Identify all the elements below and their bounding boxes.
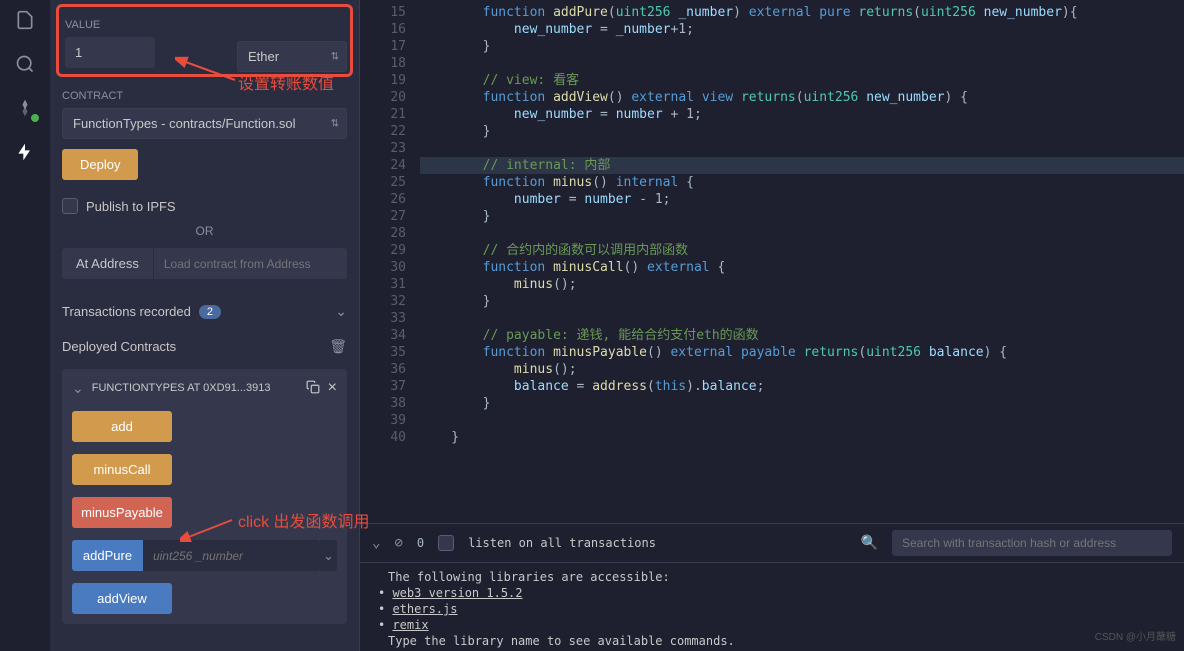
chevron-down-icon[interactable]: ⌄ bbox=[372, 535, 380, 551]
or-separator: OR bbox=[62, 224, 347, 238]
function-button-addView[interactable]: addView bbox=[72, 583, 172, 614]
unit-select[interactable]: Ether bbox=[237, 41, 347, 72]
code-line[interactable]: function minusCall() external { bbox=[420, 259, 1184, 276]
trash-icon[interactable]: 🗑 bbox=[329, 338, 347, 355]
search-icon[interactable]: 🔍 bbox=[861, 535, 878, 551]
file-icon[interactable] bbox=[13, 8, 37, 32]
chevron-down-icon[interactable]: ⌄ bbox=[72, 380, 84, 397]
chevron-down-icon[interactable]: ⌄ bbox=[320, 540, 337, 571]
function-row: add bbox=[72, 411, 337, 442]
transactions-recorded[interactable]: Transactions recorded 2 ⌄ bbox=[62, 293, 347, 330]
line-gutter: 1516171819202122232425262728293031323334… bbox=[360, 0, 420, 523]
code-line[interactable]: } bbox=[420, 38, 1184, 55]
console-line: Type the library name to see available c… bbox=[388, 633, 1156, 649]
function-row: minusCall bbox=[72, 454, 337, 485]
code-line[interactable]: } bbox=[420, 293, 1184, 310]
function-button-add[interactable]: add bbox=[72, 411, 172, 442]
code-editor[interactable]: 1516171819202122232425262728293031323334… bbox=[360, 0, 1184, 523]
contract-address-input[interactable] bbox=[153, 248, 347, 279]
icon-bar bbox=[0, 0, 50, 651]
success-badge bbox=[29, 112, 41, 124]
console-line: web3 version 1.5.2 bbox=[388, 585, 1156, 601]
code-line[interactable]: balance = address(this).balance; bbox=[420, 378, 1184, 395]
instance-name: FUNCTIONTYPES AT 0XD91...3913 bbox=[92, 382, 298, 394]
watermark: CSDN @小月蘸糖 bbox=[1095, 628, 1176, 643]
at-address-button[interactable]: At Address bbox=[62, 248, 153, 279]
value-input[interactable] bbox=[65, 37, 155, 68]
code-line[interactable]: // 合约内的函数可以调用内部函数 bbox=[420, 242, 1184, 259]
chevron-down-icon: ⌄ bbox=[335, 303, 347, 320]
tx-search-input[interactable] bbox=[892, 530, 1172, 556]
console-line: remix bbox=[388, 617, 1156, 633]
code-line[interactable]: number = number - 1; bbox=[420, 191, 1184, 208]
listen-checkbox[interactable] bbox=[438, 535, 454, 551]
code-line[interactable] bbox=[420, 310, 1184, 327]
function-input[interactable] bbox=[143, 540, 320, 571]
code-line[interactable] bbox=[420, 412, 1184, 429]
code-line[interactable]: minus(); bbox=[420, 361, 1184, 378]
code-line[interactable]: new_number = number + 1; bbox=[420, 106, 1184, 123]
code-line[interactable]: function minusPayable() external payable… bbox=[420, 344, 1184, 361]
code-line[interactable]: function minus() internal { bbox=[420, 174, 1184, 191]
code-line[interactable]: // internal: 内部 bbox=[420, 157, 1184, 174]
annotation-click: click 出发函数调用 bbox=[238, 508, 370, 532]
search-icon[interactable] bbox=[13, 52, 37, 76]
deploy-icon[interactable] bbox=[13, 140, 37, 164]
code-line[interactable] bbox=[420, 140, 1184, 157]
ban-icon[interactable]: ⊘ bbox=[394, 535, 402, 551]
console-output: The following libraries are accessible:w… bbox=[360, 563, 1184, 651]
deploy-panel: VALUE Ether ⇅ CONTRACT FunctionTypes - c… bbox=[50, 0, 360, 651]
pending-count: 0 bbox=[417, 536, 424, 550]
function-row: addView bbox=[72, 583, 337, 614]
copy-icon[interactable] bbox=[306, 380, 320, 397]
code-line[interactable]: } bbox=[420, 123, 1184, 140]
deploy-button[interactable]: Deploy bbox=[62, 149, 138, 180]
contract-instance: ⌄ FUNCTIONTYPES AT 0XD91...3913 × add min… bbox=[62, 369, 347, 624]
code-line[interactable]: minus(); bbox=[420, 276, 1184, 293]
function-row: addPure ⌄ bbox=[72, 540, 337, 571]
code-line[interactable]: function addPure(uint256 _number) extern… bbox=[420, 4, 1184, 21]
tx-count-badge: 2 bbox=[199, 305, 221, 319]
listen-label: listen on all transactions bbox=[468, 536, 656, 550]
code-line[interactable]: } bbox=[420, 208, 1184, 225]
contract-select[interactable]: FunctionTypes - contracts/Function.sol bbox=[62, 108, 347, 139]
close-icon[interactable]: × bbox=[328, 379, 337, 397]
code-content[interactable]: function addPure(uint256 _number) extern… bbox=[420, 0, 1184, 523]
function-button-minusPayable[interactable]: minusPayable bbox=[72, 497, 172, 528]
value-label: VALUE bbox=[65, 19, 344, 31]
annotation-value: 设置转账数值 bbox=[238, 70, 334, 94]
terminal-panel: ⌄ ⊘ 0 listen on all transactions 🔍 The f… bbox=[360, 523, 1184, 651]
publish-ipfs-label: Publish to IPFS bbox=[86, 199, 176, 214]
function-button-minusCall[interactable]: minusCall bbox=[72, 454, 172, 485]
compiler-icon[interactable] bbox=[13, 96, 37, 120]
code-line[interactable]: } bbox=[420, 395, 1184, 412]
code-line[interactable]: } bbox=[420, 429, 1184, 446]
console-line: The following libraries are accessible: bbox=[388, 569, 1156, 585]
code-line[interactable] bbox=[420, 55, 1184, 72]
console-line: ethers.js bbox=[388, 601, 1156, 617]
code-line[interactable]: // view: 看客 bbox=[420, 72, 1184, 89]
deployed-contracts-label: Deployed Contracts bbox=[62, 339, 176, 354]
main-area: 1516171819202122232425262728293031323334… bbox=[360, 0, 1184, 651]
code-line[interactable] bbox=[420, 225, 1184, 242]
code-line[interactable]: new_number = _number+1; bbox=[420, 21, 1184, 38]
function-button-addPure[interactable]: addPure bbox=[72, 540, 143, 571]
code-line[interactable]: // payable: 递钱, 能给合约支付eth的函数 bbox=[420, 327, 1184, 344]
publish-ipfs-checkbox[interactable] bbox=[62, 198, 78, 214]
code-line[interactable]: function addView() external view returns… bbox=[420, 89, 1184, 106]
